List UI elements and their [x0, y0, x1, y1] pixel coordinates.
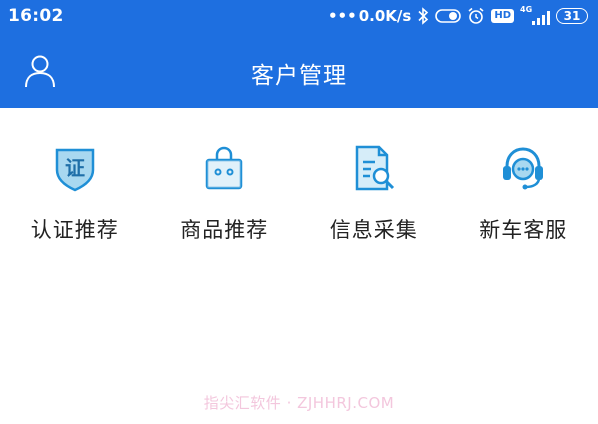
- app-bar: 客户管理: [0, 32, 598, 108]
- headset-icon: [503, 147, 544, 190]
- grid-item-label: 认证推荐: [30, 218, 119, 242]
- grid-item-new-car-service[interactable]: 新车客服: [449, 108, 598, 258]
- shield-certify-icon: 证: [55, 148, 94, 192]
- document-search-icon: [355, 145, 394, 191]
- status-dots: •••: [327, 7, 357, 25]
- grid-item-label: 新车客服: [479, 218, 568, 242]
- grid-item-info-collect[interactable]: 信息采集: [299, 108, 449, 258]
- status-bar: 16:02 ••• 0.0K/s HD 4G 31: [0, 0, 598, 32]
- grid-item-product-recommend[interactable]: 商品推荐: [150, 108, 300, 258]
- signal-bars: [532, 11, 550, 25]
- status-icons: ••• 0.0K/s HD 4G 31: [327, 5, 588, 25]
- alarm-icon: [468, 7, 484, 24]
- function-grid: 证 认证推荐 商品推荐 信息采集 新车客服: [0, 108, 598, 258]
- grid-item-label: 信息采集: [329, 218, 418, 242]
- battery-level: 31: [556, 8, 588, 24]
- signal-icon: 4G: [520, 5, 550, 25]
- battery-icon: 31: [556, 8, 588, 24]
- grid-item-label: 商品推荐: [180, 218, 269, 242]
- shield-icon-text: 证: [65, 156, 85, 180]
- page-title: 客户管理: [251, 63, 347, 89]
- shopping-bag-icon: [206, 146, 243, 190]
- signal-type: 4G: [520, 5, 533, 14]
- network-speed: 0.0K/s: [358, 7, 412, 25]
- hd-icon: HD: [491, 9, 514, 23]
- bluetooth-icon: [418, 7, 429, 25]
- toggle-icon: [435, 9, 462, 23]
- watermark: 指尖汇软件 · ZJHHRJ.COM: [203, 394, 395, 412]
- grid-item-certify-recommend[interactable]: 证 认证推荐: [0, 108, 150, 258]
- hd-badge-text: HD: [494, 10, 511, 21]
- status-time: 16:02: [8, 6, 64, 26]
